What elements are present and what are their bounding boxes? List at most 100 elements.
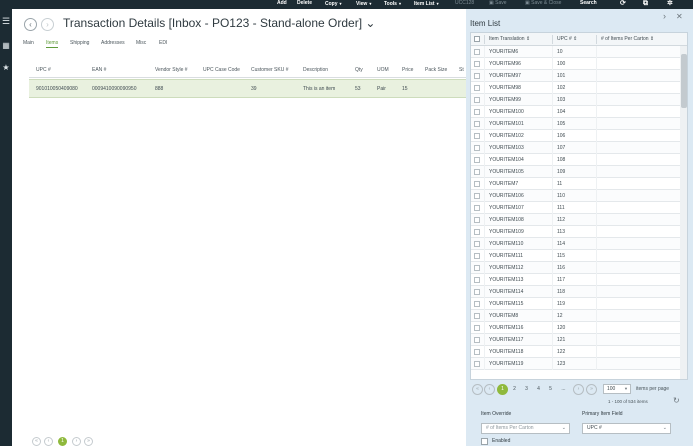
col-qty[interactable]: Qty bbox=[355, 67, 363, 73]
list-item[interactable]: YOURITEM115 119 bbox=[471, 298, 680, 310]
list-item[interactable]: YOURITEM110 114 bbox=[471, 238, 680, 250]
copy-menu[interactable]: Copy ▾ bbox=[325, 0, 342, 8]
back-button[interactable]: ‹ bbox=[24, 18, 37, 31]
page-3-button[interactable]: 3 bbox=[521, 384, 532, 395]
row-checkbox[interactable] bbox=[474, 145, 480, 151]
row-checkbox[interactable] bbox=[474, 73, 480, 79]
col-upc[interactable]: UPC # bbox=[36, 67, 51, 73]
forward-button[interactable]: › bbox=[41, 18, 54, 31]
save-button[interactable]: ▣ Save bbox=[489, 0, 507, 7]
row-checkbox[interactable] bbox=[474, 349, 480, 355]
select-all-checkbox[interactable] bbox=[474, 36, 480, 42]
list-item[interactable]: YOURITEM98 102 bbox=[471, 82, 680, 94]
item-list-menu[interactable]: Item List ▾ bbox=[414, 0, 439, 8]
tab-main[interactable]: Main bbox=[23, 40, 34, 46]
table-row[interactable]: 901010050409080 0009410090090950 888 39 … bbox=[29, 79, 466, 98]
row-checkbox[interactable] bbox=[474, 337, 480, 343]
col-ean[interactable]: EAN # bbox=[92, 67, 106, 73]
refresh-icon[interactable]: ↻ bbox=[673, 396, 680, 405]
list-item[interactable]: YOURITEM113 117 bbox=[471, 274, 680, 286]
list-item[interactable]: YOURITEM114 118 bbox=[471, 286, 680, 298]
col-items-per-carton[interactable]: # of Items Per Carton ⇕ bbox=[601, 36, 654, 42]
row-checkbox[interactable] bbox=[474, 217, 480, 223]
list-item[interactable]: YOURITEM111 115 bbox=[471, 250, 680, 262]
settings-icon[interactable]: ✲ bbox=[667, 0, 673, 7]
col-description[interactable]: Description bbox=[303, 67, 328, 73]
list-item[interactable]: YOURITEM104 108 bbox=[471, 154, 680, 166]
first-page-button[interactable]: « bbox=[472, 384, 483, 395]
primary-field-select[interactable]: UPC # ⌄ bbox=[582, 423, 671, 434]
prev-page-button[interactable]: ‹ bbox=[484, 384, 495, 395]
delete-button[interactable]: Delete bbox=[297, 0, 312, 7]
prev-page-button[interactable]: ‹ bbox=[44, 437, 53, 446]
row-checkbox[interactable] bbox=[474, 61, 480, 67]
last-page-button[interactable]: » bbox=[586, 384, 597, 395]
tab-shipping[interactable]: Shipping bbox=[70, 40, 89, 46]
list-item[interactable]: YOURITEM116 120 bbox=[471, 322, 680, 334]
list-item[interactable]: YOURITEM107 111 bbox=[471, 202, 680, 214]
save-close-button[interactable]: ▣ Save & Close bbox=[525, 0, 561, 7]
list-item[interactable]: YOURITEM119 123 bbox=[471, 358, 680, 370]
list-item[interactable]: YOURITEM103 107 bbox=[471, 142, 680, 154]
list-item[interactable]: YOURITEM117 121 bbox=[471, 334, 680, 346]
list-item[interactable]: YOURITEM6 10 bbox=[471, 46, 680, 58]
row-checkbox[interactable] bbox=[474, 229, 480, 235]
add-button[interactable]: Add bbox=[277, 0, 287, 7]
col-upc-case-code[interactable]: UPC Case Code bbox=[203, 67, 240, 73]
page-4-button[interactable]: 4 bbox=[533, 384, 544, 395]
col-vendor-style[interactable]: Vendor Style # bbox=[155, 67, 188, 73]
per-page-select[interactable]: 100 ▼ bbox=[603, 384, 631, 394]
list-item[interactable]: YOURITEM101 105 bbox=[471, 118, 680, 130]
last-page-button[interactable]: » bbox=[84, 437, 93, 446]
col-st[interactable]: St bbox=[459, 67, 464, 73]
list-item[interactable]: YOURITEM118 122 bbox=[471, 346, 680, 358]
row-checkbox[interactable] bbox=[474, 181, 480, 187]
list-item[interactable]: YOURITEM106 110 bbox=[471, 190, 680, 202]
scrollbar[interactable] bbox=[680, 46, 687, 379]
row-checkbox[interactable] bbox=[474, 289, 480, 295]
star-icon[interactable]: ★ bbox=[0, 63, 12, 73]
row-checkbox[interactable] bbox=[474, 277, 480, 283]
close-icon[interactable]: ✕ bbox=[676, 12, 683, 21]
row-checkbox[interactable] bbox=[474, 97, 480, 103]
tab-items[interactable]: Items bbox=[46, 40, 59, 48]
item-override-select[interactable]: # of Items Per Carton ⌄ bbox=[481, 423, 570, 434]
page-2-button[interactable]: 2 bbox=[509, 384, 520, 395]
first-page-button[interactable]: « bbox=[32, 437, 41, 446]
ucc128-button[interactable]: UCC128 bbox=[455, 0, 474, 7]
row-checkbox[interactable] bbox=[474, 265, 480, 271]
new-window-icon[interactable]: ⧉ bbox=[643, 0, 648, 7]
row-checkbox[interactable] bbox=[474, 133, 480, 139]
chevron-right-icon[interactable]: › bbox=[663, 11, 666, 21]
row-checkbox[interactable] bbox=[474, 301, 480, 307]
row-checkbox[interactable] bbox=[474, 121, 480, 127]
next-page-button[interactable]: › bbox=[573, 384, 584, 395]
list-item[interactable]: YOURITEM112 116 bbox=[471, 262, 680, 274]
list-item[interactable]: YOURITEM97 101 bbox=[471, 70, 680, 82]
tab-addresses[interactable]: Addresses bbox=[101, 40, 125, 46]
page-1-button[interactable]: 1 bbox=[497, 384, 508, 395]
row-checkbox[interactable] bbox=[474, 253, 480, 259]
col-upc[interactable]: UPC # ⇕ bbox=[557, 36, 577, 42]
col-customer-sku[interactable]: Customer SKU # bbox=[251, 67, 289, 73]
row-checkbox[interactable] bbox=[474, 205, 480, 211]
row-checkbox[interactable] bbox=[474, 157, 480, 163]
list-item[interactable]: YOURITEM99 103 bbox=[471, 94, 680, 106]
next-page-button[interactable]: › bbox=[72, 437, 81, 446]
page-button[interactable]: 1 bbox=[58, 437, 67, 446]
list-item[interactable]: YOURITEM100 104 bbox=[471, 106, 680, 118]
row-checkbox[interactable] bbox=[474, 313, 480, 319]
col-uom[interactable]: UOM bbox=[377, 67, 389, 73]
grid-icon[interactable]: ▦ bbox=[0, 41, 12, 51]
row-checkbox[interactable] bbox=[474, 109, 480, 115]
list-item[interactable]: YOURITEM105 109 bbox=[471, 166, 680, 178]
row-checkbox[interactable] bbox=[474, 49, 480, 55]
enabled-checkbox[interactable] bbox=[481, 438, 488, 445]
refresh-icon[interactable]: ⟳ bbox=[620, 0, 626, 7]
list-item[interactable]: YOURITEM102 106 bbox=[471, 130, 680, 142]
list-item[interactable]: YOURITEM7 11 bbox=[471, 178, 680, 190]
search-button[interactable]: Search bbox=[580, 0, 597, 7]
tab-edi[interactable]: EDI bbox=[159, 40, 167, 46]
row-checkbox[interactable] bbox=[474, 85, 480, 91]
view-menu[interactable]: View ▾ bbox=[356, 0, 371, 8]
